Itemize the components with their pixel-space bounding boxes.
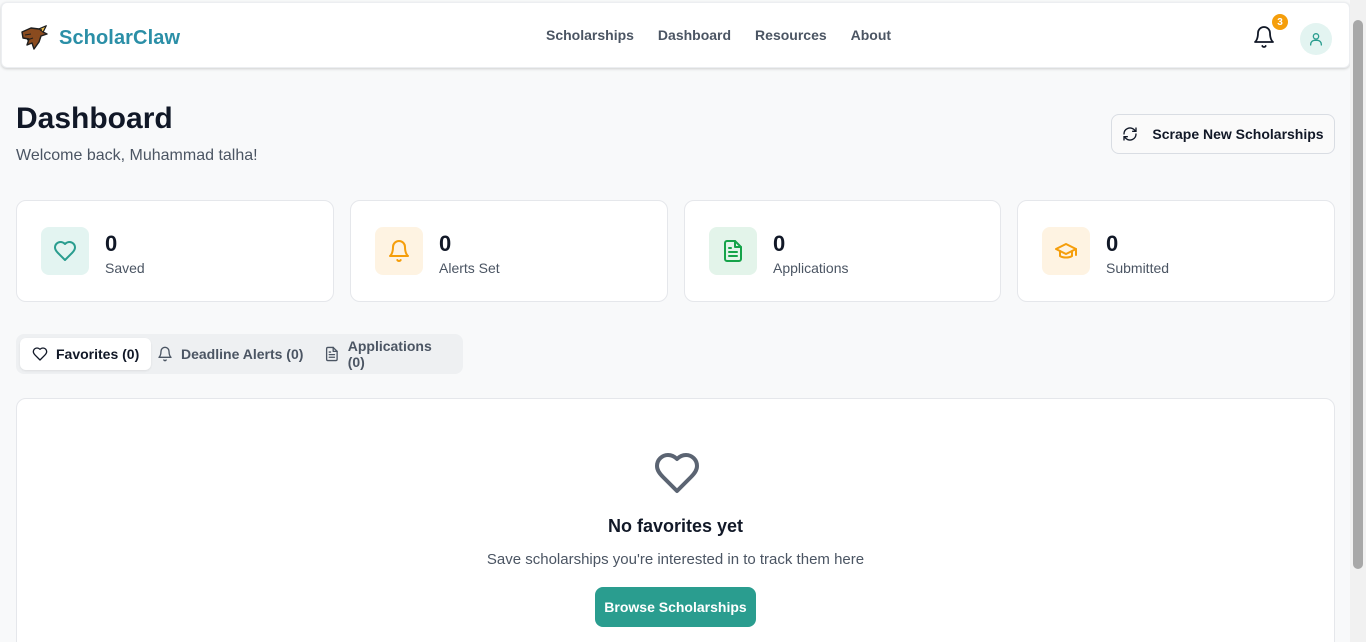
document-icon bbox=[724, 240, 742, 262]
main-nav: Scholarships Dashboard Resources About bbox=[546, 27, 891, 43]
stat-label: Alerts Set bbox=[439, 260, 500, 276]
heart-icon bbox=[32, 347, 48, 361]
scrape-button-label: Scrape New Scholarships bbox=[1152, 126, 1324, 142]
brand-name: ScholarClaw bbox=[59, 26, 181, 49]
stat-label: Saved bbox=[105, 260, 145, 276]
stat-icon-wrap bbox=[41, 227, 89, 275]
nav-link-resources[interactable]: Resources bbox=[755, 27, 827, 43]
stat-value: 0 bbox=[439, 231, 452, 256]
stat-value: 0 bbox=[105, 231, 118, 256]
page-scrollbar[interactable] bbox=[1350, 0, 1366, 642]
heart-icon bbox=[54, 241, 76, 261]
stat-icon-wrap bbox=[709, 227, 757, 275]
tab-label: Deadline Alerts (0) bbox=[181, 346, 304, 362]
welcome-message: Welcome back, Muhammad talha! bbox=[16, 147, 258, 164]
bell-icon bbox=[158, 346, 172, 362]
page-title: Dashboard bbox=[16, 102, 173, 135]
favorites-panel: No favorites yet Save scholarships you'r… bbox=[16, 398, 1335, 642]
scrape-new-scholarships-button[interactable]: Scrape New Scholarships bbox=[1111, 114, 1335, 154]
stat-value: 0 bbox=[773, 231, 786, 256]
nav-link-about[interactable]: About bbox=[851, 27, 891, 43]
bell-icon bbox=[1254, 26, 1274, 48]
nav-link-dashboard[interactable]: Dashboard bbox=[658, 27, 731, 43]
stat-icon-wrap bbox=[375, 227, 423, 275]
refresh-icon bbox=[1123, 127, 1138, 141]
notifications-button[interactable] bbox=[1252, 25, 1276, 49]
nav-link-scholarships[interactable]: Scholarships bbox=[546, 27, 634, 43]
scrollbar-thumb[interactable] bbox=[1353, 20, 1363, 569]
tab-deadline-alerts[interactable]: Deadline Alerts (0) bbox=[145, 338, 315, 370]
user-avatar-button[interactable] bbox=[1300, 23, 1332, 55]
tab-applications[interactable]: Applications (0) bbox=[312, 338, 463, 370]
stat-icon-wrap bbox=[1042, 227, 1090, 275]
tab-favorites[interactable]: Favorites (0) bbox=[20, 338, 152, 370]
heart-icon bbox=[655, 453, 699, 493]
user-icon bbox=[1310, 33, 1322, 46]
tab-label: Applications (0) bbox=[347, 338, 432, 370]
notification-count-badge: 3 bbox=[1272, 14, 1288, 30]
graduation-cap-icon bbox=[1055, 243, 1077, 259]
dashboard-tabs: Favorites (0) Deadline Alerts (0) Applic… bbox=[16, 334, 463, 374]
stat-card-submitted: 0 Submitted bbox=[1017, 200, 1335, 302]
empty-state-title: No favorites yet bbox=[607, 516, 744, 536]
stat-card-saved: 0 Saved bbox=[16, 200, 334, 302]
stat-card-alerts: 0 Alerts Set bbox=[350, 200, 668, 302]
document-icon bbox=[325, 346, 338, 362]
tab-label: Favorites (0) bbox=[56, 346, 140, 362]
bell-icon bbox=[389, 240, 409, 262]
empty-state-text: Save scholarships you're interested in t… bbox=[486, 551, 865, 568]
eagle-logo-icon bbox=[21, 25, 48, 50]
browse-scholarships-button[interactable]: Browse Scholarships bbox=[595, 587, 756, 627]
stat-value: 0 bbox=[1106, 231, 1119, 256]
stat-label: Applications bbox=[773, 260, 849, 276]
stat-label: Submitted bbox=[1106, 260, 1170, 276]
top-navbar: ScholarClaw Scholarships Dashboard Resou… bbox=[1, 2, 1350, 68]
brand[interactable]: ScholarClaw bbox=[19, 23, 180, 53]
stat-card-applications: 0 Applications bbox=[684, 200, 1001, 302]
